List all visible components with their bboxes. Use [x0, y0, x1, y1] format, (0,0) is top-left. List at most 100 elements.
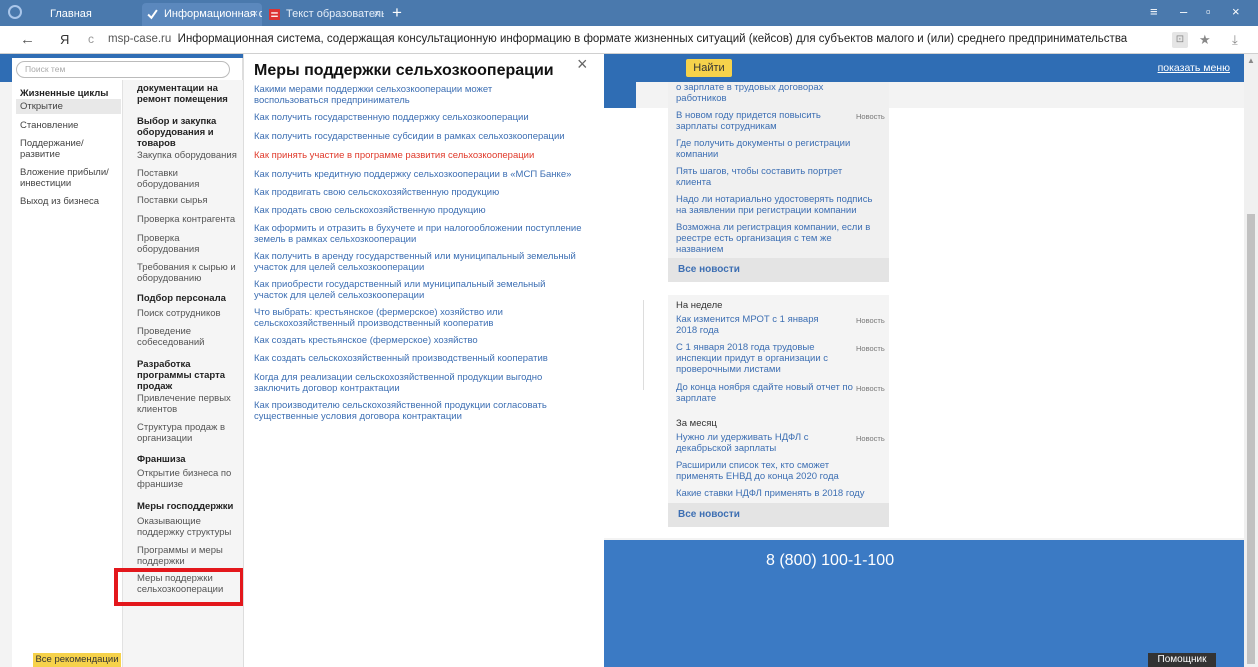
- topic-search-input[interactable]: Поиск тем: [16, 61, 230, 78]
- news-item[interactable]: Какие ставки НДФЛ применять в 2018 году: [676, 488, 876, 499]
- tab-text[interactable]: Текст образовательного ко ×: [264, 3, 384, 26]
- lifecycle-item-investment[interactable]: Вложение прибыли/ инвестиции: [16, 167, 111, 189]
- all-news-link[interactable]: Все новости: [668, 258, 889, 282]
- restore-button[interactable]: ▫: [1206, 4, 1211, 19]
- scroll-up-icon[interactable]: ▲: [1247, 56, 1255, 65]
- subtopic-item[interactable]: Открытие бизнеса по франшизе: [137, 468, 237, 490]
- popup-link[interactable]: Как получить в аренду государственный ил…: [254, 251, 584, 273]
- browser-tabbar: Главная Информационная систе × Текст обр…: [0, 0, 1258, 26]
- popup-link[interactable]: Когда для реализации сельскохозяйственно…: [254, 372, 559, 394]
- page-scrollbar[interactable]: ▲: [1244, 54, 1258, 667]
- show-menu-link[interactable]: показать меню: [1158, 62, 1230, 74]
- tab-info-system[interactable]: Информационная систе ×: [142, 3, 262, 26]
- phone-number: 8 (800) 100-1-100: [766, 552, 895, 569]
- back-arrow-icon[interactable]: ←: [20, 31, 35, 48]
- subtopic-heading: Разработка программы старта продаж: [137, 359, 226, 392]
- subtopic-heading: Выбор и закупка оборудования и товаров: [137, 116, 217, 149]
- popup-link[interactable]: Как получить государственные субсидии в …: [254, 131, 584, 143]
- tab-label: Текст образовательного ко: [286, 8, 384, 20]
- popup-link[interactable]: Как приобрести государственный или муниц…: [254, 279, 569, 301]
- extension-icon[interactable]: ⊡: [1172, 32, 1188, 48]
- news-badge: Новость: [856, 316, 885, 325]
- subtopic-item[interactable]: Структура продаж в организации: [137, 422, 237, 444]
- news-badge: Новость: [856, 384, 885, 393]
- news-item[interactable]: Расширили список тех, кто сможет применя…: [676, 460, 846, 482]
- reload-icon[interactable]: c: [88, 32, 94, 46]
- subtopic-item[interactable]: Проверка контрагента: [137, 214, 243, 225]
- subtopic-item[interactable]: Проведение собеседований: [137, 326, 217, 348]
- lifecycle-item-formation[interactable]: Становление: [16, 120, 121, 131]
- subtopic-item[interactable]: Программы и меры поддержки: [137, 545, 237, 567]
- popup-link[interactable]: Как создать сельскохозяйственный произво…: [254, 353, 584, 365]
- helper-button[interactable]: Помощник: [1148, 653, 1216, 667]
- bookmark-star-icon[interactable]: ★: [1199, 32, 1211, 48]
- news-item[interactable]: Надо ли нотариально удостоверять подпись…: [676, 194, 881, 216]
- popup-link-active[interactable]: Как принять участие в программе развития…: [254, 150, 584, 162]
- subtopic-item[interactable]: Закупка оборудования: [137, 150, 237, 161]
- news-badge: Новость: [856, 434, 885, 443]
- popup-link[interactable]: Как получить кредитную поддержку сельхоз…: [254, 169, 584, 181]
- popup-link[interactable]: Какими мерами поддержки сельхозкоопераци…: [254, 84, 554, 106]
- news-item[interactable]: о зарплате в трудовых договорах работник…: [676, 82, 856, 104]
- close-icon[interactable]: ×: [577, 54, 588, 75]
- popup-link[interactable]: Что выбрать: крестьянское (фермерское) х…: [254, 307, 574, 329]
- find-button[interactable]: Найти: [686, 59, 732, 77]
- news-item[interactable]: До конца ноября сдайте новый отчет по за…: [676, 382, 854, 404]
- tab-close-icon[interactable]: ×: [374, 3, 380, 26]
- news-item[interactable]: Где получить документы о регистрации ком…: [676, 138, 856, 160]
- url-page-title: Информационная система, содержащая консу…: [177, 33, 1128, 45]
- subtopic-item[interactable]: Поставки оборудования: [137, 168, 217, 190]
- content-divider: [604, 300, 644, 390]
- close-window-button[interactable]: ×: [1232, 4, 1240, 19]
- all-news-link[interactable]: Все новости: [668, 503, 889, 527]
- popup-link[interactable]: Как создать крестьянское (фермерское) хо…: [254, 335, 584, 347]
- subtopic-item[interactable]: Поиск сотрудников: [137, 308, 237, 319]
- scrollbar-thumb[interactable]: [1247, 214, 1255, 664]
- popup-link[interactable]: Как получить государственную поддержку с…: [254, 112, 584, 124]
- url-domain: msp-case.ru: [108, 33, 172, 45]
- address-bar: ← Я c msp-case.ru Информационная система…: [0, 26, 1258, 54]
- download-icon[interactable]: ⤓: [1232, 32, 1238, 48]
- url-field[interactable]: msp-case.ru Информационная система, соде…: [108, 33, 1158, 45]
- all-recommendations-button[interactable]: Все рекомендации: [33, 653, 121, 667]
- news-item[interactable]: В новом году придется повысить зарплаты …: [676, 110, 846, 132]
- document-favicon-icon: [269, 9, 280, 20]
- subtopic-heading: Подбор персонала: [137, 293, 226, 304]
- month-label: За месяц: [676, 418, 717, 429]
- popup-link[interactable]: Как продвигать свою сельскохозяйственную…: [254, 187, 584, 199]
- subtopic-heading: Меры господдержки: [137, 501, 234, 512]
- popup-link[interactable]: Как производителю сельскохозяйственной п…: [254, 400, 584, 422]
- tab-label: Главная: [50, 8, 92, 20]
- subtopic-item[interactable]: Оказывающие поддержку структуры: [137, 516, 237, 538]
- lifecycle-title: Жизненные циклы: [20, 88, 109, 99]
- browser-logo-icon[interactable]: [8, 5, 22, 19]
- news-item[interactable]: Нужно ли удерживать НДФЛ с декабрьской з…: [676, 432, 826, 454]
- subtopic-item[interactable]: Поставки сырья: [137, 195, 237, 206]
- tab-home[interactable]: Главная: [28, 3, 138, 26]
- new-tab-button[interactable]: +: [392, 3, 402, 23]
- lifecycle-item-development[interactable]: Поддержание/ развитие: [16, 138, 96, 160]
- subtopic-item[interactable]: Привлечение первых клиентов: [137, 393, 237, 415]
- subtopic-item[interactable]: Требования к сырью и оборудованию: [137, 262, 237, 284]
- yandex-logo-icon[interactable]: Я: [60, 32, 69, 47]
- news-item[interactable]: С 1 января 2018 года трудовые инспекции …: [676, 342, 836, 375]
- tab-close-icon[interactable]: ×: [252, 3, 258, 26]
- news-badge: Новость: [856, 344, 885, 353]
- subtopic-heading: Франшиза: [137, 454, 186, 465]
- header-subbar: [604, 82, 636, 108]
- week-label: На неделе: [676, 300, 723, 311]
- news-item[interactable]: Как изменится МРОТ с 1 января 2018 года: [676, 314, 826, 336]
- lifecycle-item-opening[interactable]: Открытие: [16, 99, 121, 114]
- popup-link[interactable]: Как продать свою сельскохозяйственную пр…: [254, 205, 584, 217]
- menu-icon[interactable]: ≡: [1150, 4, 1158, 19]
- highlight-box: [114, 568, 244, 606]
- subtopic-heading: документации на ремонт помещения: [137, 83, 228, 105]
- news-item[interactable]: Пять шагов, чтобы составить портрет клие…: [676, 166, 856, 188]
- popup-title: Меры поддержки сельхозкооперации: [254, 62, 554, 79]
- news-item[interactable]: Возможна ли регистрация компании, если в…: [676, 222, 876, 255]
- subtopic-item[interactable]: Проверка оборудования: [137, 233, 217, 255]
- lifecycle-item-exit[interactable]: Выход из бизнеса: [16, 196, 121, 207]
- minimize-button[interactable]: –: [1180, 4, 1187, 19]
- news-badge: Новость: [856, 112, 885, 121]
- popup-link[interactable]: Как оформить и отразить в бухучете и при…: [254, 223, 584, 245]
